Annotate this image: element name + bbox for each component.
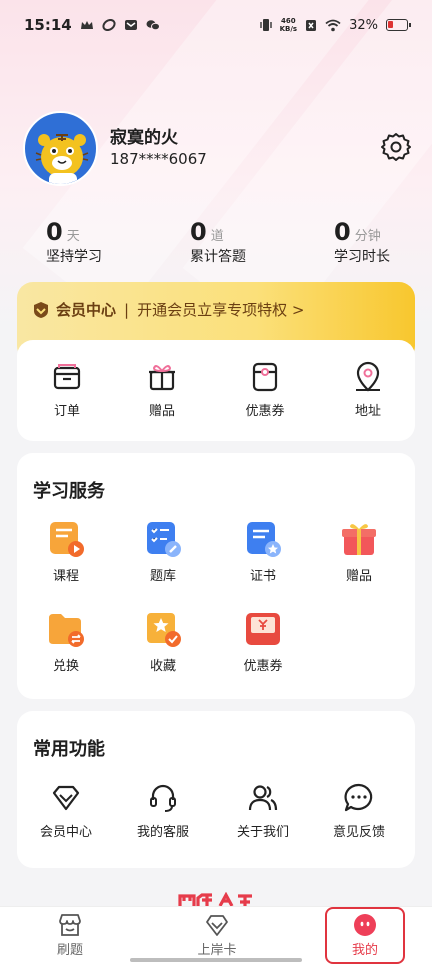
network-speed: 460 KB/s [279, 17, 298, 33]
coupon-icon [252, 362, 278, 392]
favorites-icon [147, 613, 181, 647]
member-badge-icon [34, 301, 48, 318]
vibrate-icon [259, 19, 272, 31]
question-bank-icon [147, 522, 181, 557]
status-time: 15:14 [24, 16, 72, 34]
exchange-folder-icon [49, 614, 84, 647]
red-coupon-icon [246, 613, 280, 645]
home-indicator[interactable] [130, 958, 302, 962]
wechat-icon [146, 20, 160, 31]
location-pin-icon [356, 361, 380, 392]
nav-practice[interactable]: 刷题 [30, 913, 110, 958]
study-services-title: 学习服务 [33, 481, 105, 502]
study-services-card: 学习服务 课程 题库 证书 赠品 兑换 收藏 优惠券 [17, 453, 415, 699]
member-separator: | [124, 300, 130, 319]
service-gift[interactable]: 赠品 [319, 519, 399, 584]
no-sim-icon [306, 19, 317, 31]
member-promo-link[interactable]: 开通会员立享专项特权 > [137, 299, 304, 320]
quick-gift[interactable]: 赠品 [122, 360, 202, 419]
stat-study-time[interactable]: 0 分钟 学习时长 [334, 218, 432, 266]
common-feedback[interactable]: 意见反馈 [319, 781, 399, 840]
avatar[interactable] [23, 111, 98, 186]
headset-icon [150, 784, 176, 812]
gift-icon [149, 365, 175, 391]
common-customer-service[interactable]: 我的客服 [123, 781, 203, 840]
service-question-bank[interactable]: 题库 [123, 519, 203, 584]
service-course[interactable]: 课程 [26, 519, 106, 584]
quick-order[interactable]: 订单 [27, 360, 107, 419]
service-certificate[interactable]: 证书 [223, 519, 303, 584]
member-center-title: 会员中心 [56, 301, 117, 319]
gift-box-icon [342, 524, 376, 555]
app-notification-icon [102, 19, 116, 31]
users-icon [248, 785, 278, 811]
user-name[interactable]: 寂寞的火 [110, 123, 178, 148]
chat-bubble-icon [344, 783, 373, 812]
crown-icon [80, 21, 93, 29]
order-box-icon [53, 364, 81, 390]
status-bar: 15:14 460 KB/s 32% [0, 0, 432, 50]
stat-study-days[interactable]: 0天 坚持学习 [46, 218, 176, 266]
message-notification-icon [124, 20, 137, 30]
common-member-center[interactable]: 会员中心 [26, 781, 106, 840]
course-icon [50, 522, 84, 557]
service-exchange[interactable]: 兑换 [26, 609, 106, 674]
user-phone: 187****6067 [110, 150, 207, 168]
quick-address[interactable]: 地址 [328, 360, 408, 419]
battery-percent: 32% [349, 17, 378, 33]
diamond-icon [52, 785, 80, 811]
certificate-icon [247, 522, 281, 557]
settings-gear-icon[interactable] [380, 131, 412, 163]
quick-coupon[interactable]: 优惠券 [225, 360, 305, 419]
common-about-us[interactable]: 关于我们 [223, 781, 303, 840]
stat-answered[interactable]: 0道 累计答题 [190, 218, 320, 266]
wifi-icon [325, 19, 341, 31]
quick-actions-card: 订单 赠品 优惠券 地址 [17, 340, 415, 441]
nav-active-highlight [325, 907, 405, 964]
service-favorites[interactable]: 收藏 [123, 609, 203, 674]
battery-icon [386, 19, 411, 31]
common-functions-card: 常用功能 会员中心 我的客服 关于我们 意见反馈 [17, 711, 415, 868]
nav-shangan-card[interactable]: 上岸卡 [177, 913, 257, 958]
common-functions-title: 常用功能 [33, 739, 105, 760]
diamond-icon [206, 915, 228, 936]
service-coupon[interactable]: 优惠券 [223, 609, 303, 674]
shop-icon [59, 914, 81, 936]
